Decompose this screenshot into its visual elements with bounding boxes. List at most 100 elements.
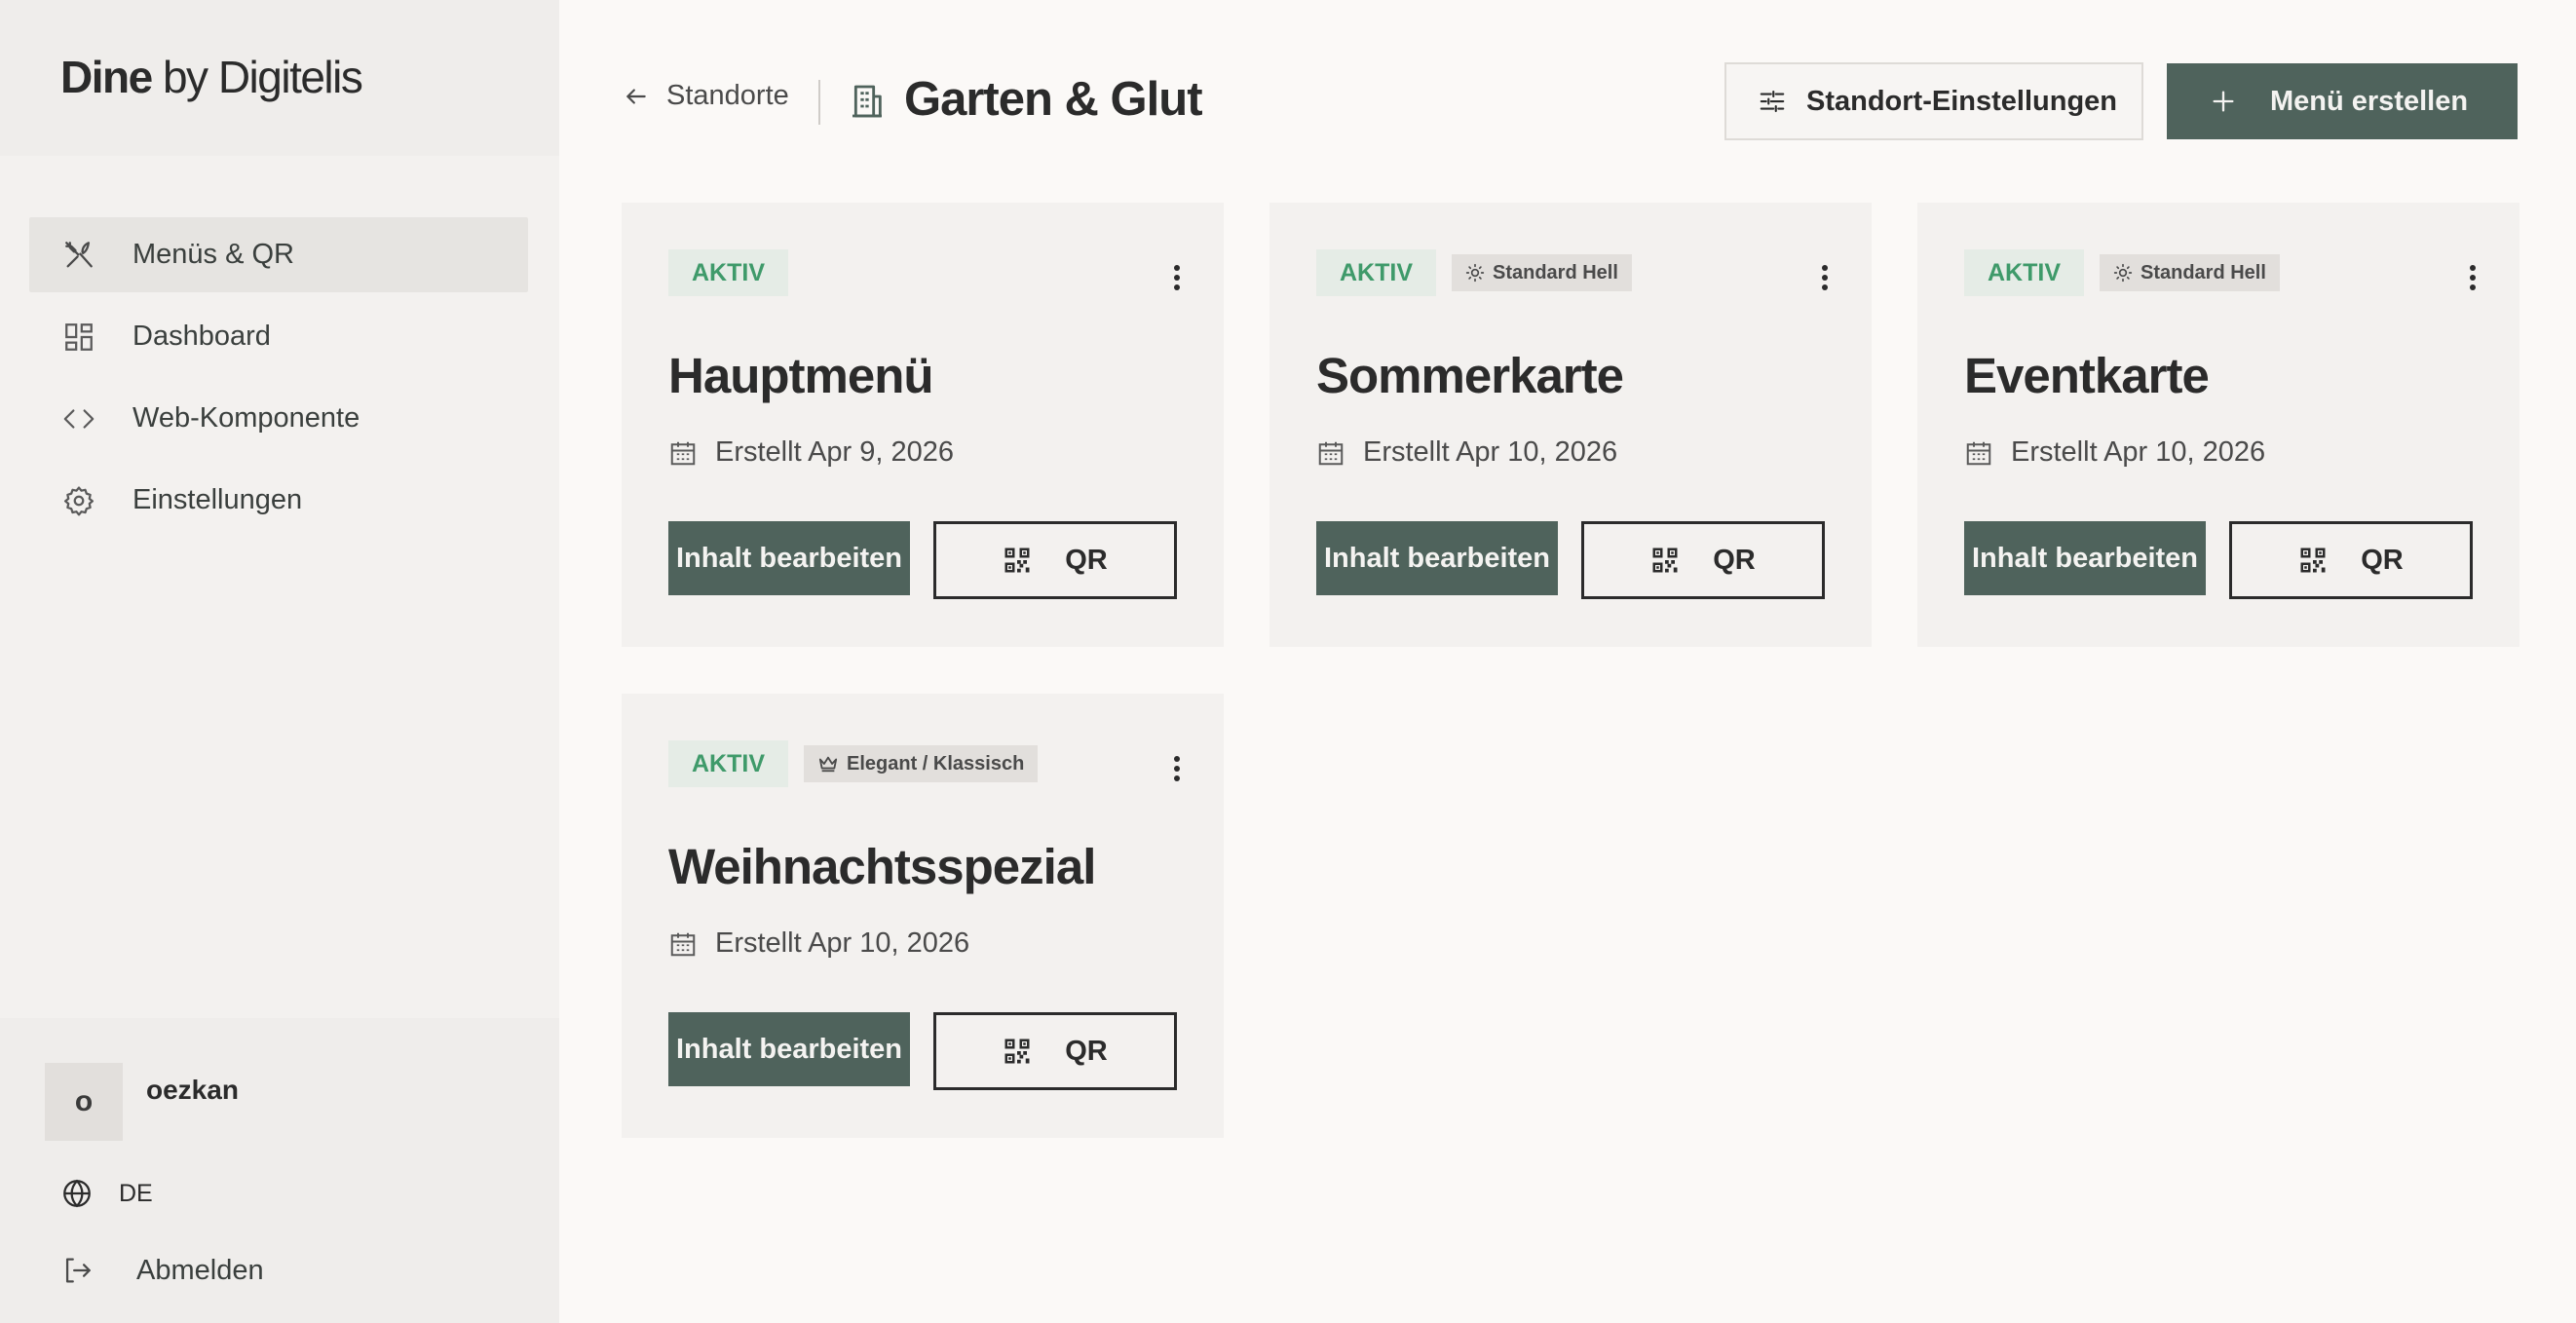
calendar-icon xyxy=(668,438,698,468)
theme-badge: Standard Hell xyxy=(2100,254,2280,291)
globe-icon xyxy=(60,1177,94,1210)
sliders-icon xyxy=(1758,87,1787,116)
sidebar-item-dashboard[interactable]: Dashboard xyxy=(29,299,528,374)
more-options-button[interactable] xyxy=(1821,263,1829,292)
brand-header: Dine by Digitelis xyxy=(0,0,559,156)
sidebar-item-label: Web-Komponente xyxy=(133,402,360,434)
status-badge: AKTIV xyxy=(1964,249,2084,296)
card-badges: AKTIV Elegant / Klassisch xyxy=(668,740,1039,787)
menu-title: Weihnachtsspezial xyxy=(668,839,1096,894)
sidebar-item-label: Menüs & QR xyxy=(133,239,294,270)
logout-label: Abmelden xyxy=(136,1254,264,1286)
created-date-label: Erstellt Apr 10, 2026 xyxy=(1363,436,1618,468)
crown-icon xyxy=(817,754,839,774)
qr-button-label: QR xyxy=(1713,544,1756,576)
sidebar-item-menus-qr[interactable]: Menüs & QR xyxy=(29,217,528,292)
sun-icon xyxy=(1465,263,1485,283)
qr-button-label: QR xyxy=(1065,1035,1108,1067)
qr-code-icon xyxy=(1003,1037,1032,1066)
header-divider xyxy=(818,80,820,125)
more-vertical-icon xyxy=(1174,756,1180,781)
edit-content-button[interactable]: Inhalt bearbeiten xyxy=(668,1012,910,1086)
created-date: Erstellt Apr 10, 2026 xyxy=(1316,436,1617,469)
theme-badge: Standard Hell xyxy=(1452,254,1632,291)
calendar-icon xyxy=(668,929,698,959)
language-label: DE xyxy=(119,1179,153,1207)
menu-card: AKTIV Elegant / Klassisch Weihnachtsspez… xyxy=(622,694,1224,1138)
brand-name-bold: Dine xyxy=(60,52,153,102)
more-vertical-icon xyxy=(1822,265,1828,290)
status-badge: AKTIV xyxy=(1316,249,1436,296)
calendar-icon xyxy=(1964,438,1993,468)
brand-logo[interactable]: Dine by Digitelis xyxy=(60,51,363,103)
qr-button[interactable]: QR xyxy=(1581,521,1825,599)
user-profile[interactable]: o oezkan xyxy=(45,1063,239,1141)
qr-button[interactable]: QR xyxy=(2229,521,2473,599)
more-options-button[interactable] xyxy=(1173,263,1181,292)
theme-badge-label: Standard Hell xyxy=(2140,261,2266,284)
created-date: Erstellt Apr 10, 2026 xyxy=(668,927,969,960)
menu-card: AKTIV Hauptmenü Erstellt Apr 9, 2026 Inh… xyxy=(622,203,1224,647)
edit-content-button[interactable]: Inhalt bearbeiten xyxy=(668,521,910,595)
qr-code-icon xyxy=(1650,546,1680,575)
card-badges: AKTIV xyxy=(668,249,788,296)
back-label: Standorte xyxy=(666,80,789,111)
plus-icon xyxy=(2210,88,2237,115)
calendar-icon xyxy=(1316,438,1345,468)
sidebar-item-web-component[interactable]: Web-Komponente xyxy=(29,381,528,456)
qr-button[interactable]: QR xyxy=(933,521,1177,599)
qr-code-icon xyxy=(2298,546,2328,575)
utensils-icon xyxy=(62,239,95,272)
dashboard-icon xyxy=(62,321,95,354)
building-icon xyxy=(848,82,887,121)
code-icon xyxy=(62,402,95,435)
card-badges: AKTIV Standard Hell xyxy=(1316,249,1632,296)
more-vertical-icon xyxy=(1174,265,1180,290)
edit-content-button[interactable]: Inhalt bearbeiten xyxy=(1316,521,1558,595)
menu-title: Hauptmenü xyxy=(668,348,933,403)
sidebar-item-label: Einstellungen xyxy=(133,484,303,515)
brand-name-rest: by Digitelis xyxy=(151,52,363,102)
theme-badge-label: Elegant / Klassisch xyxy=(847,752,1025,775)
created-date: Erstellt Apr 9, 2026 xyxy=(668,436,954,469)
card-badges: AKTIV Standard Hell xyxy=(1964,249,2280,296)
language-switcher[interactable]: DE xyxy=(60,1177,153,1210)
back-to-locations-link[interactable]: Standorte xyxy=(624,80,789,112)
sun-icon xyxy=(2113,263,2133,283)
qr-code-icon xyxy=(1003,546,1032,575)
menu-title: Eventkarte xyxy=(1964,348,2210,403)
edit-content-button[interactable]: Inhalt bearbeiten xyxy=(1964,521,2206,595)
created-date-label: Erstellt Apr 9, 2026 xyxy=(715,436,955,468)
theme-badge: Elegant / Klassisch xyxy=(804,745,1039,782)
logout-button[interactable]: Abmelden xyxy=(60,1254,264,1287)
gear-icon xyxy=(62,484,95,517)
settings-button-label: Standort-Einstellungen xyxy=(1806,85,2117,117)
create-menu-button[interactable]: Menü erstellen xyxy=(2167,63,2518,139)
sidebar-item-settings[interactable]: Einstellungen xyxy=(29,463,528,538)
status-badge: AKTIV xyxy=(668,740,788,787)
more-vertical-icon xyxy=(2470,265,2476,290)
qr-button[interactable]: QR xyxy=(933,1012,1177,1090)
qr-button-label: QR xyxy=(2361,544,2404,576)
sidebar-nav: Menüs & QR Dashboard Web-Komponente Eins… xyxy=(29,217,528,545)
qr-button-label: QR xyxy=(1065,544,1108,576)
menu-card: AKTIV Standard Hell Sommerkarte Erstellt… xyxy=(1269,203,1872,647)
created-date-label: Erstellt Apr 10, 2026 xyxy=(2011,436,2266,468)
username: oezkan xyxy=(146,1075,239,1105)
more-options-button[interactable] xyxy=(1173,754,1181,783)
theme-badge-label: Standard Hell xyxy=(1493,261,1618,284)
create-button-label: Menü erstellen xyxy=(2270,85,2469,117)
status-badge: AKTIV xyxy=(668,249,788,296)
more-options-button[interactable] xyxy=(2469,263,2477,292)
avatar: o xyxy=(45,1063,123,1141)
menu-title: Sommerkarte xyxy=(1316,348,1624,403)
sidebar-item-label: Dashboard xyxy=(133,321,271,352)
location-settings-button[interactable]: Standort-Einstellungen xyxy=(1724,62,2143,140)
sidebar-footer: o oezkan DE Abmelden xyxy=(0,1018,559,1323)
created-date-label: Erstellt Apr 10, 2026 xyxy=(715,927,970,959)
sidebar: Dine by Digitelis Menüs & QR Dashboard W… xyxy=(0,0,559,1323)
logout-icon xyxy=(60,1254,94,1287)
created-date: Erstellt Apr 10, 2026 xyxy=(1964,436,2265,469)
menu-card: AKTIV Standard Hell Eventkarte Erstellt … xyxy=(1917,203,2519,647)
arrow-left-icon xyxy=(624,84,649,109)
